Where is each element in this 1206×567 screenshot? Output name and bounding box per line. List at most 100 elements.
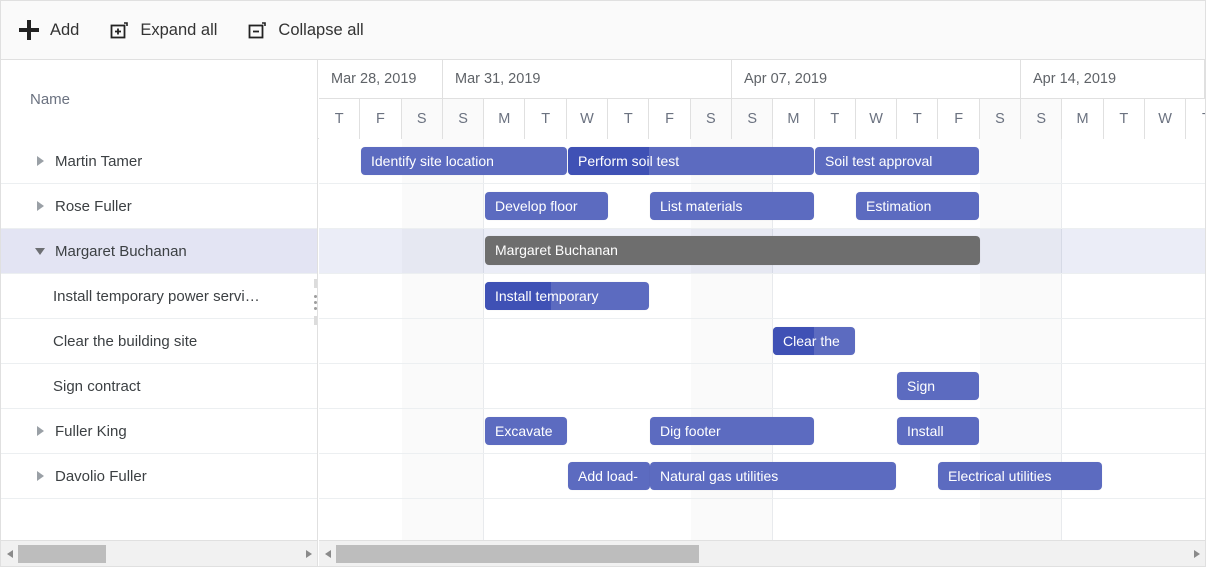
caret-right-icon[interactable] — [31, 197, 49, 215]
plus-icon — [17, 18, 41, 42]
task-bar-label: Perform soil test — [578, 153, 680, 169]
timeline-day-cell: S — [690, 99, 732, 139]
task-bar[interactable]: Install temporary — [485, 282, 649, 310]
timeline-day-cell: S — [401, 99, 443, 139]
arrow-left-icon[interactable] — [1, 541, 18, 567]
toolbar: Add Expand all Collapse all — [1, 1, 1205, 60]
task-bar[interactable]: Develop floor — [485, 192, 608, 220]
chart-row[interactable]: Margaret Buchanan — [319, 229, 1205, 274]
task-bar-label: Electrical utilities — [948, 468, 1052, 484]
caret-right-icon[interactable] — [31, 422, 49, 440]
chart-row[interactable]: Sign — [319, 364, 1205, 409]
chart-row[interactable]: Develop floor List materials Estimation — [319, 184, 1205, 229]
task-bar[interactable]: Sign — [897, 372, 979, 400]
task-bar[interactable]: Perform soil test — [568, 147, 814, 175]
task-bar-label: Develop floor — [495, 198, 578, 214]
task-bar[interactable]: Dig footer — [650, 417, 814, 445]
gantt-chart: Add Expand all Collapse all Name Mar 28,… — [0, 0, 1206, 567]
task-bar-label: Identify site location — [371, 153, 494, 169]
timeline-day-cell: T — [814, 99, 856, 139]
task-row[interactable]: Margaret Buchanan — [1, 229, 317, 274]
task-row[interactable]: Sign contract — [1, 364, 317, 409]
chart-row[interactable]: Clear the — [319, 319, 1205, 364]
caret-right-icon[interactable] — [31, 152, 49, 170]
task-bar-label: Dig footer — [660, 423, 721, 439]
caret-right-icon[interactable] — [31, 467, 49, 485]
collapse-all-icon — [245, 18, 269, 42]
arrow-right-icon[interactable] — [1188, 541, 1205, 567]
task-row[interactable]: Fuller King — [1, 409, 317, 454]
task-bar[interactable]: Estimation — [856, 192, 979, 220]
timeline-header: Mar 28, 2019 Mar 31, 2019 Apr 07, 2019 Apr … — [319, 60, 1205, 139]
left-scrollbar-track[interactable] — [18, 541, 300, 567]
timeline-day-cell: T — [608, 99, 650, 139]
timeline-week-header: Apr 14, 2019 — [1021, 60, 1205, 99]
timeline-day-cell: F — [360, 99, 402, 139]
task-bar-label: List materials — [660, 198, 743, 214]
left-pane-horizontal-scrollbar[interactable] — [1, 540, 318, 566]
task-name-label: Rose Fuller — [55, 197, 132, 215]
timeline-day-cell: M — [1062, 99, 1104, 139]
task-row[interactable]: Rose Fuller — [1, 184, 317, 229]
chart-row[interactable]: Install temporary — [319, 274, 1205, 319]
pane-splitter-handle[interactable] — [312, 279, 319, 325]
task-name-label: Fuller King — [55, 422, 127, 440]
task-row[interactable]: Davolio Fuller — [1, 454, 317, 499]
chart-horizontal-scrollbar[interactable] — [319, 540, 1205, 566]
task-bar[interactable]: List materials — [650, 192, 814, 220]
summary-task-bar[interactable]: Margaret Buchanan — [485, 236, 980, 265]
task-bar-label: Natural gas utilities — [660, 468, 779, 484]
timeline-day-cell: S — [1021, 99, 1063, 139]
chart-scrollbar-track[interactable] — [336, 541, 1188, 567]
task-bar[interactable]: Electrical utilities — [938, 462, 1102, 490]
collapse-all-button[interactable]: Collapse all — [245, 10, 373, 50]
timeline-day-cell: T — [1103, 99, 1145, 139]
task-name-label: Install temporary power servi… — [53, 287, 260, 305]
caret-down-icon[interactable] — [31, 242, 49, 260]
column-header-name[interactable]: Name — [1, 60, 318, 139]
task-name-label: Clear the building site — [53, 332, 198, 350]
add-button-label: Add — [50, 20, 80, 39]
task-bar-label: Margaret Buchanan — [495, 242, 618, 258]
timeline-day-cell: W — [566, 99, 609, 139]
add-button[interactable]: Add — [17, 10, 89, 50]
timeline-day-cell: W — [1145, 99, 1187, 139]
column-header-name-label: Name — [30, 91, 71, 108]
timeline-week-label: Mar 31, 2019 — [455, 71, 541, 87]
chart-row[interactable]: Excavate Dig footer Install — [319, 409, 1205, 454]
task-bar[interactable]: Add load- — [568, 462, 650, 490]
timeline-day-cell: S — [442, 99, 485, 139]
task-bar-label: Excavate — [495, 423, 553, 439]
task-row[interactable]: Clear the building site — [1, 319, 317, 364]
task-bar[interactable]: Install — [897, 417, 979, 445]
arrow-right-icon[interactable] — [300, 541, 317, 567]
timeline-day-cell: M — [484, 99, 526, 139]
arrow-left-icon[interactable] — [319, 541, 336, 567]
timeline-day-cell: T — [1186, 99, 1205, 139]
task-bar[interactable]: Natural gas utilities — [650, 462, 896, 490]
chart-scrollbar-thumb[interactable] — [336, 544, 699, 563]
task-bar[interactable]: Clear the — [773, 327, 855, 355]
task-bar[interactable]: Identify site location — [361, 147, 567, 175]
task-bar-label: Soil test approval — [825, 153, 933, 169]
gantt-chart-pane[interactable]: Identify site location Perform soil test S… — [319, 139, 1205, 541]
task-name-grid[interactable]: Martin Tamer Rose Fuller Margaret Buchanan… — [1, 139, 318, 541]
expand-all-icon — [107, 18, 131, 42]
chart-row[interactable]: Identify site location Perform soil test S… — [319, 139, 1205, 184]
task-row[interactable]: Martin Tamer — [1, 139, 317, 184]
timeline-day-cell: S — [979, 99, 1022, 139]
task-bar[interactable]: Soil test approval — [815, 147, 979, 175]
left-scrollbar-thumb[interactable] — [18, 544, 106, 563]
timeline-day-cell: S — [732, 99, 774, 139]
timeline-week-label: Apr 14, 2019 — [1033, 71, 1117, 87]
timeline-day-cell: M — [773, 99, 815, 139]
timeline-day-cell: F — [938, 99, 980, 139]
task-name-label: Sign contract — [53, 377, 141, 395]
timeline-week-header: Mar 31, 2019 — [443, 60, 732, 99]
timeline-day-cell: T — [897, 99, 939, 139]
timeline-week-header: Apr 07, 2019 — [732, 60, 1021, 99]
expand-all-button[interactable]: Expand all — [107, 10, 227, 50]
task-row[interactable]: Install temporary power servi… — [1, 274, 317, 319]
task-bar[interactable]: Excavate — [485, 417, 567, 445]
chart-row[interactable]: Add load- Natural gas utilities Electrical… — [319, 454, 1205, 499]
